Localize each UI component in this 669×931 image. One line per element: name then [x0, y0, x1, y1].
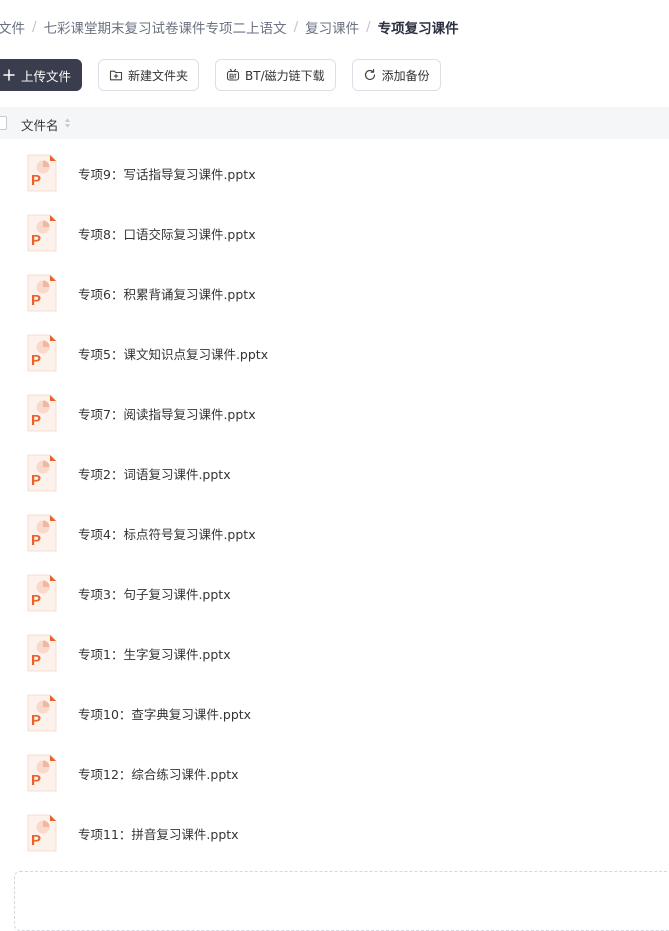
file-row[interactable]: P 专项11：拼音复习课件.pptx [0, 803, 669, 863]
file-row[interactable]: P 专项3：句子复习课件.pptx [0, 563, 669, 623]
file-name[interactable]: 专项11：拼音复习课件.pptx [78, 824, 239, 843]
file-row[interactable]: P 专项5：课文知识点复习课件.pptx [0, 323, 669, 383]
upload-file-label: 上传文件 [21, 68, 72, 84]
pptx-file-icon: P [27, 754, 57, 792]
svg-text:P: P [31, 412, 41, 429]
upload-file-button[interactable]: 上传文件 [0, 59, 83, 91]
svg-text:P: P [31, 832, 41, 849]
file-name[interactable]: 专项10：查字典复习课件.pptx [78, 704, 251, 723]
file-row[interactable]: P 专项1：生字复习课件.pptx [0, 623, 669, 683]
toolbar: 上传文件 新建文件夹 BT/磁力链下载 添加备份 [0, 59, 457, 91]
breadcrumb-item-review[interactable]: 复习课件 [305, 17, 359, 37]
file-name[interactable]: 专项3：句子复习课件.pptx [78, 584, 231, 603]
pptx-file-icon: P [27, 274, 57, 312]
pptx-file-icon: P [27, 574, 57, 612]
refresh-icon [364, 69, 375, 81]
file-name[interactable]: 专项2：词语复习课件.pptx [78, 464, 231, 483]
svg-text:P: P [31, 652, 41, 669]
breadcrumb-separator: / [32, 19, 37, 35]
svg-text:P: P [31, 532, 41, 549]
pptx-file-icon: P [27, 814, 57, 852]
svg-text:P: P [31, 772, 41, 789]
svg-text:P: P [31, 712, 41, 729]
file-row[interactable]: P 专项7：阅读指导复习课件.pptx [0, 383, 669, 443]
file-name[interactable]: 专项1：生字复习课件.pptx [78, 644, 231, 663]
svg-text:P: P [31, 472, 41, 489]
file-name[interactable]: 专项8：口语交际复习课件.pptx [78, 224, 256, 243]
breadcrumb-separator: / [293, 19, 299, 35]
breadcrumb: 文件 / 七彩课堂期末复习试卷课件专项二上语文 / 复习课件 / 专项复习课件 [0, 17, 459, 37]
file-row[interactable]: P 专项6：积累背诵复习课件.pptx [0, 263, 669, 323]
file-list-header: 文件名 [0, 107, 669, 139]
upload-dropzone[interactable] [14, 871, 669, 931]
pptx-file-icon: P [27, 154, 57, 192]
svg-text:P: P [31, 292, 41, 309]
bt-download-label: BT/磁力链下载 [245, 68, 325, 83]
sort-icon[interactable] [64, 118, 71, 128]
file-row[interactable]: P 专项9：写话指导复习课件.pptx [0, 143, 669, 203]
select-all-checkbox[interactable] [0, 116, 7, 130]
file-name[interactable]: 专项6：积累背诵复习课件.pptx [78, 284, 256, 303]
plus-icon [3, 69, 15, 81]
file-row[interactable]: P 专项8：口语交际复习课件.pptx [0, 203, 669, 263]
file-row[interactable]: P 专项10：查字典复习课件.pptx [0, 683, 669, 743]
file-row[interactable]: P 专项2：词语复习课件.pptx [0, 443, 669, 503]
file-row[interactable]: P 专项12：综合练习课件.pptx [0, 743, 669, 803]
new-folder-icon [109, 70, 123, 81]
file-name[interactable]: 专项12：综合练习课件.pptx [78, 764, 239, 783]
add-backup-button[interactable]: 添加备份 [351, 59, 441, 91]
pptx-file-icon: P [27, 454, 57, 492]
svg-text:P: P [31, 592, 41, 609]
svg-text:P: P [31, 172, 41, 189]
file-list: P 专项9：写话指导复习课件.pptx P 专项8：口语交际复习课件.pptx … [0, 143, 669, 863]
breadcrumb-current: 专项复习课件 [377, 21, 459, 37]
breadcrumb-item-root[interactable]: 文件 [0, 17, 25, 37]
svg-text:P: P [31, 232, 41, 249]
breadcrumb-separator: / [366, 19, 371, 35]
file-name[interactable]: 专项9：写话指导复习课件.pptx [78, 164, 256, 183]
new-folder-label: 新建文件夹 [128, 68, 189, 83]
pptx-file-icon: P [27, 514, 57, 552]
bt-magnet-icon [226, 68, 240, 81]
file-name[interactable]: 专项4：标点符号复习课件.pptx [78, 524, 256, 543]
file-row[interactable]: P 专项4：标点符号复习课件.pptx [0, 503, 669, 563]
file-name[interactable]: 专项7：阅读指导复习课件.pptx [78, 404, 256, 423]
pptx-file-icon: P [27, 694, 57, 732]
breadcrumb-item-course[interactable]: 七彩课堂期末复习试卷课件专项二上语文 [44, 17, 287, 37]
bt-download-button[interactable]: BT/磁力链下载 [215, 59, 336, 91]
pptx-file-icon: P [27, 394, 57, 432]
column-header-filename[interactable]: 文件名 [21, 115, 59, 134]
add-backup-label: 添加备份 [381, 68, 430, 83]
svg-text:P: P [31, 352, 41, 369]
new-folder-button[interactable]: 新建文件夹 [98, 59, 200, 91]
file-name[interactable]: 专项5：课文知识点复习课件.pptx [78, 344, 268, 363]
pptx-file-icon: P [27, 634, 57, 672]
pptx-file-icon: P [27, 334, 57, 372]
pptx-file-icon: P [27, 214, 57, 252]
